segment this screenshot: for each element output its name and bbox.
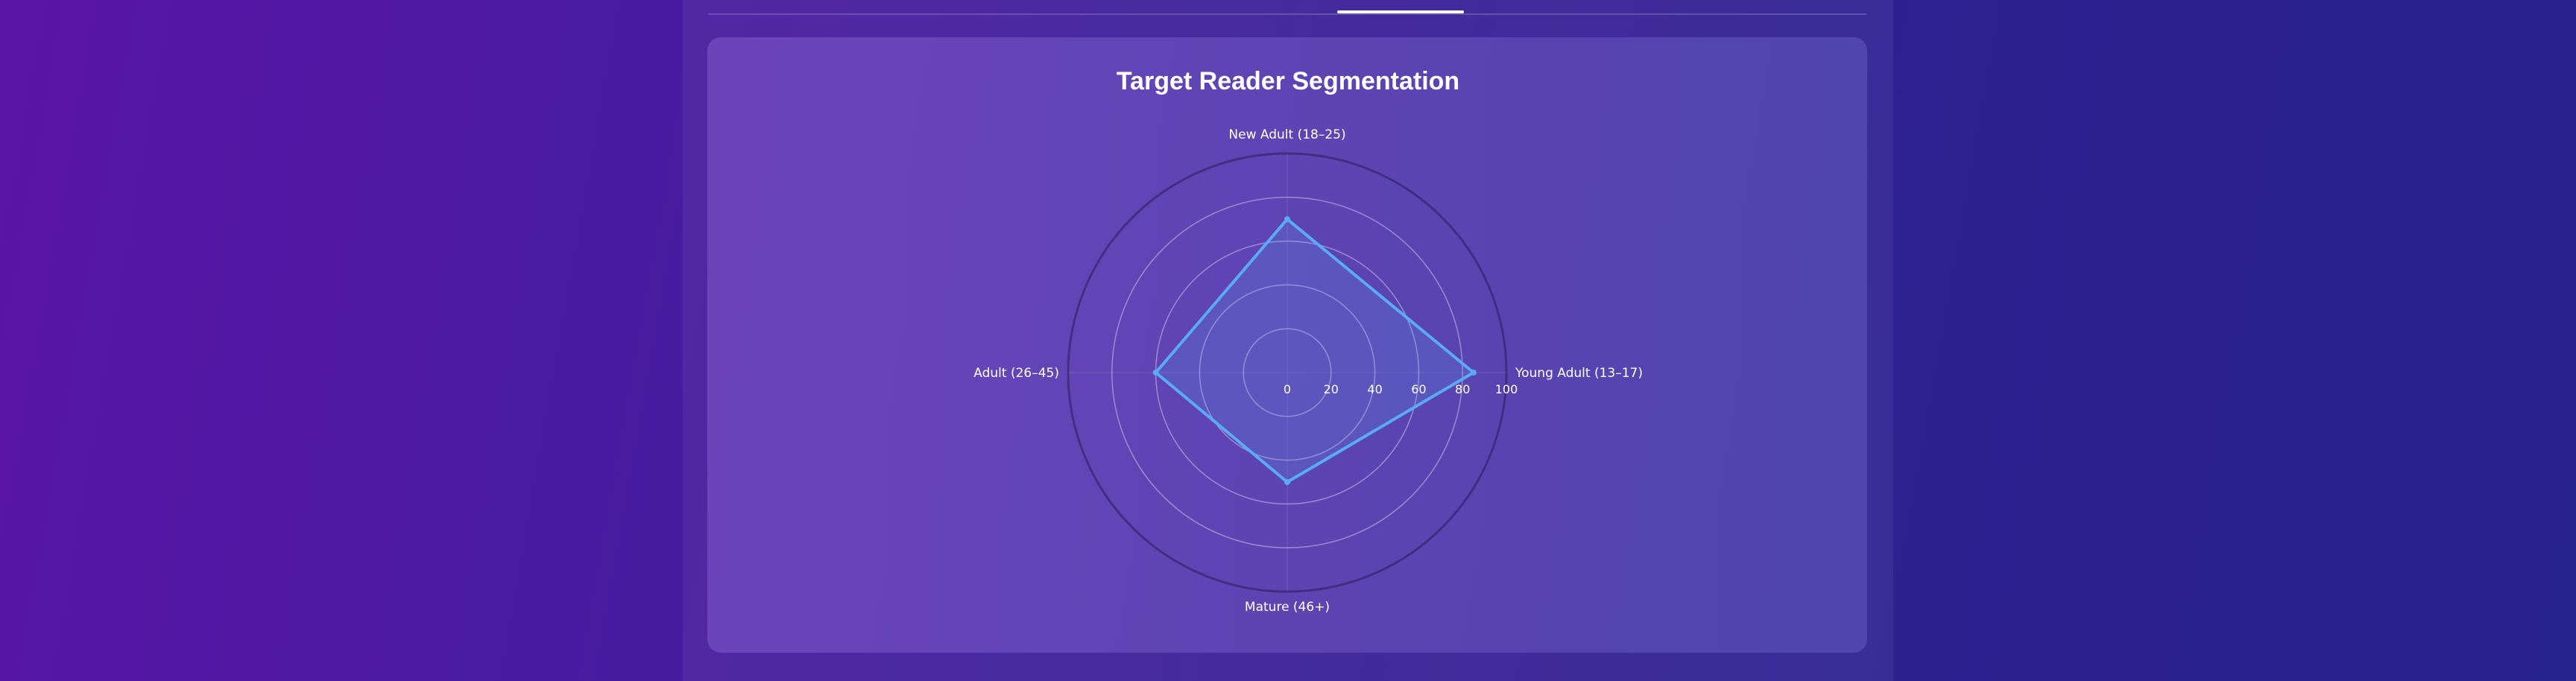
series-point-2 bbox=[1152, 370, 1159, 376]
tick-label-100: 100 bbox=[1495, 382, 1518, 396]
radar-series bbox=[1152, 216, 1477, 485]
series-point-3 bbox=[1284, 479, 1290, 485]
tick-label-0: 0 bbox=[1284, 382, 1291, 396]
axis-label-3: Mature (46+) bbox=[1245, 600, 1330, 615]
series-point-0 bbox=[1470, 370, 1477, 376]
axis-label-1: New Adult (18–25) bbox=[1228, 127, 1345, 142]
tick-label-60: 60 bbox=[1411, 382, 1426, 396]
tick-label-20: 20 bbox=[1324, 382, 1339, 396]
series-point-1 bbox=[1284, 216, 1290, 223]
radar-chart: 0 20 40 60 80 100 Young Adult (13–17) New Adul… bbox=[973, 127, 1643, 615]
axis-label-0: Young Adult (13–17) bbox=[1515, 366, 1643, 381]
series-polygon-0 bbox=[1154, 218, 1475, 484]
axis-label-2: Adult (26–45) bbox=[973, 366, 1059, 381]
tick-label-80: 80 bbox=[1455, 382, 1470, 396]
tick-label-40: 40 bbox=[1367, 382, 1382, 396]
